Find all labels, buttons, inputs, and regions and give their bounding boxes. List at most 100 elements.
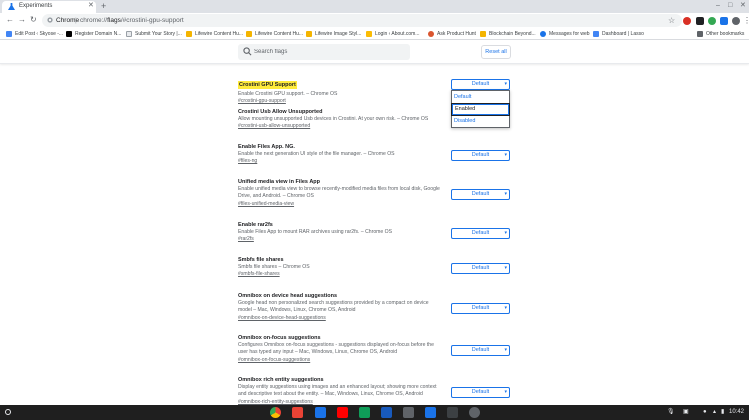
- battery-icon[interactable]: ▮: [721, 408, 724, 417]
- bookmark-item[interactable]: Dashboard | Lasso: [593, 30, 644, 38]
- flag-name: Crostini Usb Allow Unsupported: [238, 109, 323, 115]
- flag-description: Enable Files App to mount RAR archives u…: [238, 229, 393, 235]
- docs-app-icon[interactable]: [315, 407, 326, 418]
- maximize-icon[interactable]: □: [728, 2, 732, 10]
- terminal-app-icon[interactable]: [447, 407, 458, 418]
- chevron-down-icon: ▾: [504, 265, 507, 271]
- bookmark-favicon-icon: [306, 31, 312, 37]
- flag-name: Omnibox on-focus suggestions: [238, 335, 321, 341]
- close-window-icon[interactable]: ✕: [740, 2, 746, 10]
- url-path: flags: [107, 17, 121, 24]
- bookmark-item[interactable]: Messages for web: [540, 30, 590, 38]
- flag-description: Allow mounting unsupported Usb devices i…: [238, 116, 429, 122]
- url-rest: /#crostini-gpu-support: [120, 17, 184, 24]
- chevron-down-icon: ▾: [504, 191, 507, 197]
- minimize-icon[interactable]: –: [716, 2, 720, 10]
- flags-header: Reset all: [0, 40, 749, 64]
- flag-select[interactable]: Default ▾: [451, 263, 510, 274]
- bookmark-favicon-icon: [366, 31, 372, 37]
- extension-icon-red[interactable]: [683, 17, 691, 25]
- bookmark-item[interactable]: Submit Your Story |...: [126, 30, 182, 38]
- flag-link[interactable]: #crostini-usb-allow-unsupported: [238, 123, 513, 130]
- search-input[interactable]: [254, 47, 404, 57]
- bookmark-item[interactable]: Lifewire Content Hu...: [186, 30, 243, 38]
- chrome-app-icon[interactable]: [270, 407, 281, 418]
- bookmark-item[interactable]: Login ‹ About.com...: [366, 30, 419, 38]
- bookmark-item[interactable]: Lifewire Image Styl...: [306, 30, 361, 38]
- chevron-down-icon: ▾: [504, 230, 507, 236]
- flag-select[interactable]: Default ▾: [451, 387, 510, 398]
- flag-select[interactable]: Default ▾: [451, 228, 510, 239]
- chevron-down-icon: ▾: [504, 347, 507, 353]
- select-value: Default: [471, 389, 490, 395]
- bookmark-item[interactable]: Lifewire Content Hu...: [246, 30, 303, 38]
- omnibox-separator: |: [75, 17, 77, 24]
- flag-select[interactable]: Default ▾: [451, 79, 510, 90]
- flag-description: Enable unified media view to browse rece…: [238, 186, 440, 200]
- flag-name: Omnibox on device head suggestions: [238, 293, 338, 299]
- flag-description: Smbfs file shares – Chrome OS: [238, 264, 310, 270]
- other-bookmarks[interactable]: Other bookmarks: [697, 30, 744, 38]
- flag-select[interactable]: Default ▾: [451, 345, 510, 356]
- flag-entry: Crostini Usb Allow Unsupported Allow mou…: [238, 108, 513, 131]
- bookmark-favicon-icon: [593, 31, 599, 37]
- menu-kebab-icon[interactable]: ⋮: [743, 16, 749, 26]
- select-value: Default: [471, 347, 490, 353]
- flag-link[interactable]: #omnibox-on-focus-suggestions: [238, 357, 513, 364]
- bookmark-favicon-icon: [540, 31, 546, 37]
- wifi-icon[interactable]: ▴: [713, 408, 716, 417]
- tab-experiments[interactable]: Experiments ✕: [2, 1, 96, 13]
- launcher-icon[interactable]: [5, 409, 11, 415]
- bookmark-item[interactable]: Edit Post ‹ Skyose -...: [6, 30, 63, 38]
- bookmark-item[interactable]: Register Domain N...: [66, 30, 121, 38]
- system-clock[interactable]: 10:42: [729, 408, 744, 417]
- flag-link[interactable]: #files-unified-media-view: [238, 201, 513, 208]
- word-app-icon[interactable]: [381, 407, 392, 418]
- omnibox[interactable]: Chrome | chrome://flags/#crostini-gpu-su…: [42, 14, 682, 27]
- bookmarks-bar: Edit Post ‹ Skyose -... Register Domain …: [0, 28, 749, 40]
- forward-button[interactable]: →: [18, 15, 26, 25]
- reset-all-button[interactable]: Reset all: [481, 45, 511, 59]
- camera-app-icon[interactable]: [469, 407, 480, 418]
- microphone-icon[interactable]: 🎙: [667, 408, 675, 417]
- extension-icon-blue[interactable]: [720, 17, 728, 25]
- settings-app-icon[interactable]: [425, 407, 436, 418]
- sheets-app-icon[interactable]: [359, 407, 370, 418]
- extension-icon-dark[interactable]: [696, 17, 704, 25]
- chevron-down-icon: ▾: [504, 152, 507, 158]
- notification-icon[interactable]: ●: [703, 408, 707, 417]
- folder-icon: [697, 31, 703, 37]
- reload-button[interactable]: ↻: [30, 15, 37, 25]
- select-value: Default: [471, 81, 490, 87]
- flag-select[interactable]: Default ▾: [451, 150, 510, 161]
- tab-title: Experiments: [19, 3, 53, 9]
- bookmark-favicon-icon: [186, 31, 192, 37]
- flag-select[interactable]: Default ▾: [451, 189, 510, 200]
- flag-description: Enable the next generation UI style of t…: [238, 151, 395, 157]
- option-default[interactable]: Default: [452, 92, 509, 103]
- bookmark-star-icon[interactable]: ☆: [668, 16, 675, 25]
- files-app-icon[interactable]: [403, 407, 414, 418]
- bookmark-favicon-icon: [126, 31, 132, 37]
- select-value: Default: [471, 230, 490, 236]
- bookmark-item[interactable]: Ask Product Hunt: [428, 30, 476, 38]
- chromeos-shelf: 🎙 ▣ ● ▴ ▮ 10:42: [0, 405, 749, 420]
- search-box[interactable]: [238, 44, 410, 60]
- bookmark-favicon-icon: [428, 31, 434, 37]
- close-tab-icon[interactable]: ✕: [88, 2, 94, 10]
- select-value: Default: [471, 265, 490, 271]
- flask-icon: [8, 3, 15, 10]
- extension-icon-green[interactable]: [708, 17, 716, 25]
- search-icon: [243, 47, 252, 56]
- youtube-app-icon[interactable]: [337, 407, 348, 418]
- omnibox-url: chrome://flags/#crostini-gpu-support: [80, 17, 184, 24]
- bookmark-item[interactable]: Blockchain Beyond...: [480, 30, 536, 38]
- gmail-app-icon[interactable]: [292, 407, 303, 418]
- flag-link[interactable]: #omnibox-on-device-head-suggestions: [238, 315, 513, 322]
- back-button[interactable]: ←: [6, 15, 14, 25]
- flag-select[interactable]: Default ▾: [451, 303, 510, 314]
- profile-avatar[interactable]: [732, 17, 740, 25]
- browser-toolbar: ← → ↻ Chrome | chrome://flags/#crostini-…: [0, 13, 749, 28]
- screenshot-icon[interactable]: ▣: [683, 408, 689, 417]
- new-tab-button[interactable]: +: [101, 1, 106, 11]
